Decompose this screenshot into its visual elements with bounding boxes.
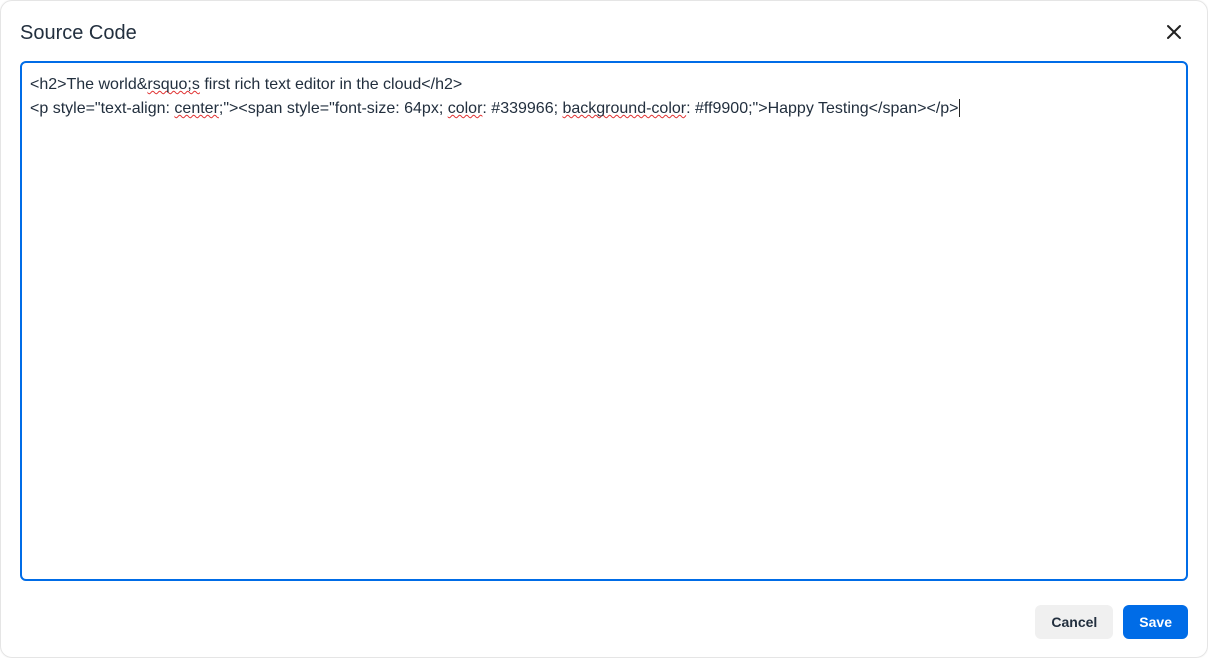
- dialog-title: Source Code: [20, 22, 137, 45]
- dialog-footer: Cancel Save: [20, 605, 1188, 639]
- dialog-header: Source Code: [20, 19, 1188, 47]
- source-code-dialog: Source Code <h2>The world&rsquo;s first …: [0, 0, 1208, 658]
- close-icon: [1166, 24, 1182, 43]
- save-button[interactable]: Save: [1123, 605, 1188, 639]
- source-code-textarea[interactable]: <h2>The world&rsquo;s first rich text ed…: [20, 61, 1188, 581]
- cancel-button[interactable]: Cancel: [1035, 605, 1113, 639]
- text-cursor: [959, 99, 960, 117]
- code-line-2: <p style="text-align: center;"><span sty…: [30, 100, 959, 117]
- code-line-1: <h2>The world&rsquo;s first rich text ed…: [30, 76, 462, 93]
- close-button[interactable]: [1160, 19, 1188, 47]
- editor-wrap: <h2>The world&rsquo;s first rich text ed…: [20, 61, 1188, 581]
